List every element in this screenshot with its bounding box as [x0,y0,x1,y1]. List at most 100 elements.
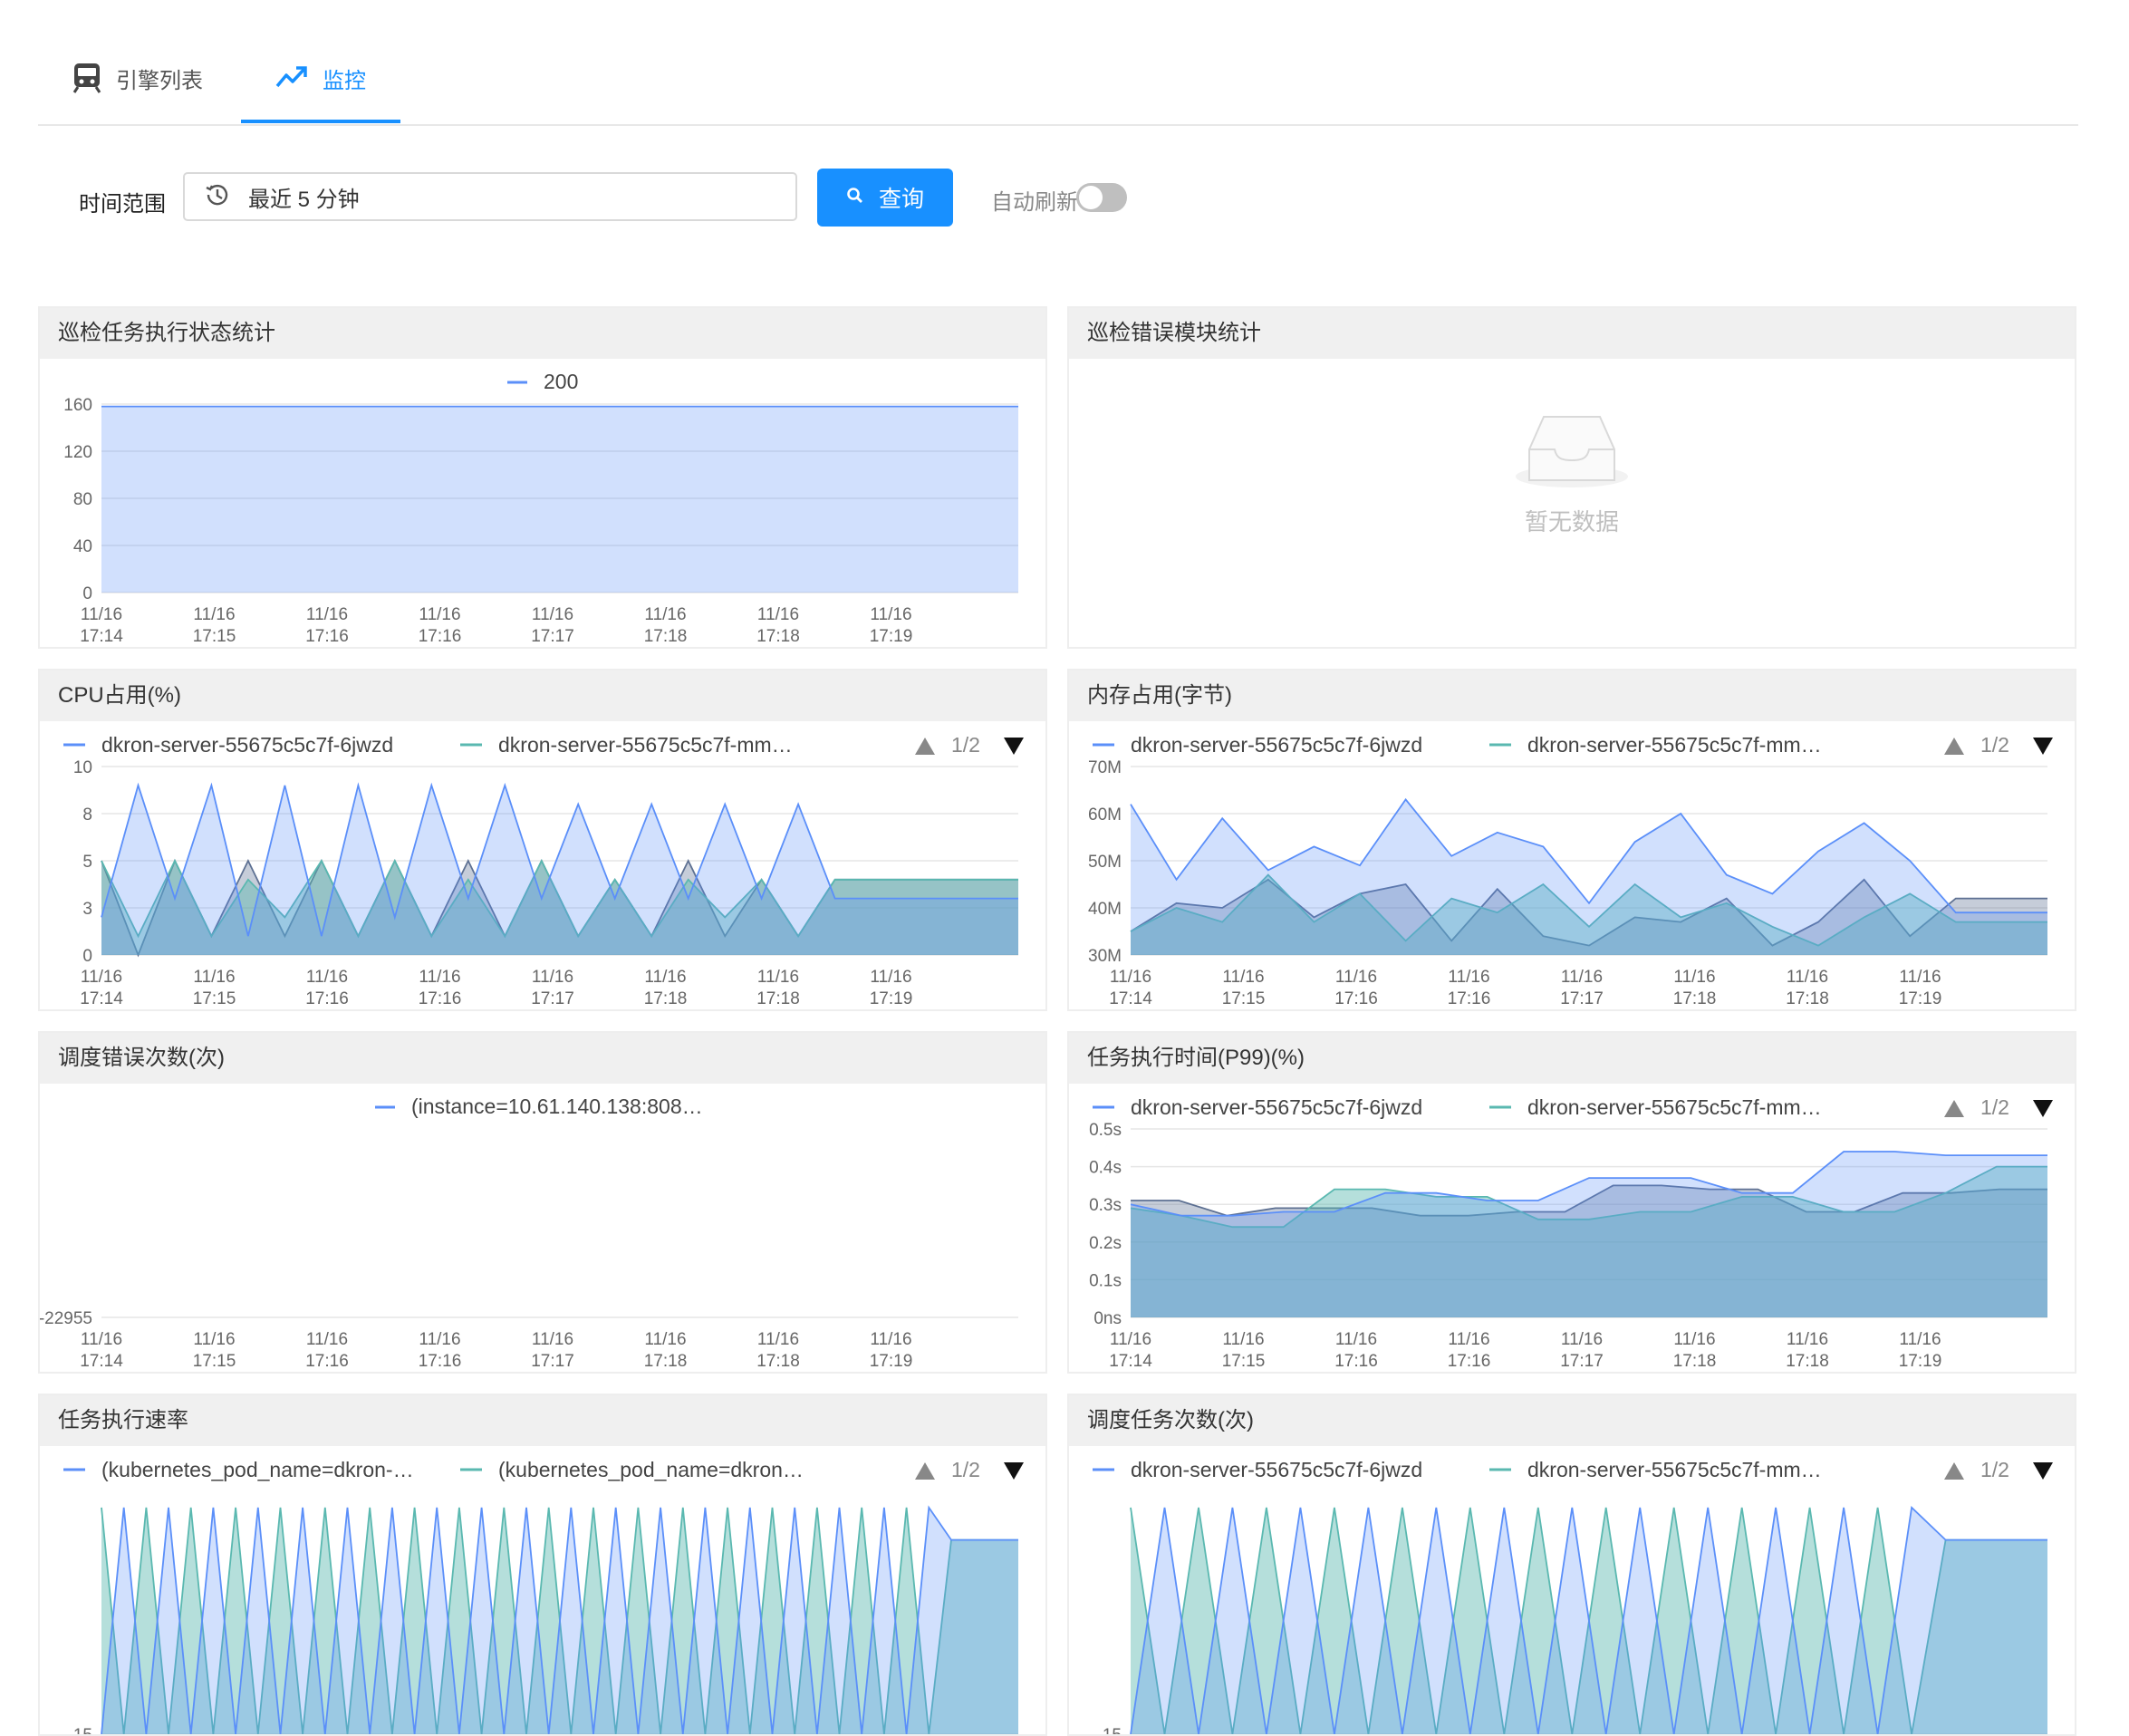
y-tick-label: 0ns [1093,1309,1122,1328]
legend-item[interactable]: dkron-server-55675c5c7f-6jwzd [1131,733,1422,757]
x-tick-label: 11/16 [870,968,911,987]
legend-page-indicator: 1/2 [951,733,980,757]
tab-engine-list[interactable]: 引擎列表 [72,63,203,122]
x-tick-label: 11/16 [757,1330,799,1349]
x-tick-label: 17:18 [644,627,688,646]
y-tick-label: 0 [82,947,92,966]
x-tick-label: 11/16 [644,968,686,987]
auto-refresh-toggle[interactable] [1076,183,1127,212]
legend-item[interactable]: dkron-server-55675c5c7f-mm… [498,733,793,757]
x-tick-label: 17:17 [531,989,574,1008]
exec-rate-chart: 15 (kubernetes_pod_name=dkron-… (kubernete… [63,1458,1024,1734]
x-tick-label: 17:19 [870,989,913,1008]
sched-errors-chart: -22955 11/16 17:14 11/16 17:15 11/16 17:16 11/1… [40,1095,1018,1371]
legend-page-down-icon[interactable] [2033,1462,2053,1480]
x-tick-label: 11/16 [1899,1330,1941,1349]
x-tick-label: 11/16 [757,968,799,987]
legend-item[interactable]: (kubernetes_pod_name=dkron-… [101,1458,414,1481]
x-tick-label: 11/16 [419,1330,460,1349]
x-tick-label: 11/16 [419,605,460,624]
x-tick-label: 17:16 [419,1352,462,1371]
legend-page-up-icon[interactable] [1944,1100,1964,1117]
x-tick-label: 11/16 [1561,1330,1603,1349]
tab-bar: 引擎列表 监控 [38,41,2078,126]
tab-monitor[interactable]: 监控 [275,63,366,122]
x-tick-label: 17:18 [756,989,800,1008]
empty-text: 暂无数据 [1524,508,1619,535]
x-tick-label: 11/16 [1335,968,1377,987]
x-tick-label: 11/16 [1448,1330,1489,1349]
panel-title: 内存占用(字节) [1069,670,2075,721]
series-area-0 [1131,1152,2047,1317]
legend-page-down-icon[interactable] [2033,1100,2053,1117]
series-area-0 [101,785,1018,955]
x-tick-label: 11/16 [306,1330,348,1349]
y-tick-label: 10 [73,758,92,777]
legend-item[interactable]: dkron-server-55675c5c7f-mm… [1527,1458,1822,1481]
x-tick-label: 11/16 [81,1330,122,1349]
x-tick-label: 17:19 [1899,989,1942,1008]
x-tick-label: 17:17 [1560,989,1604,1008]
x-tick-label: 17:16 [1334,989,1378,1008]
legend-item[interactable]: (kubernetes_pod_name=dkron… [498,1458,804,1481]
y-tick-label: 50M [1088,853,1122,872]
x-tick-label: 11/16 [644,1330,686,1349]
legend-page-indicator: 1/2 [951,1458,980,1481]
x-tick-label: 17:16 [1448,989,1491,1008]
legend-item[interactable]: dkron-server-55675c5c7f-mm… [1527,1095,1822,1119]
legend-page-up-icon[interactable] [915,738,935,755]
task-status-chart: 0 40 80 120 160 11/16 17:14 11/16 17:15 11/16 17:1… [63,370,1018,646]
y-tick-label: 0.3s [1089,1196,1122,1215]
time-range-picker[interactable]: 最近 5 分钟 [183,172,797,221]
x-tick-label: 17:18 [644,1352,688,1371]
y-tick-label: 70M [1088,758,1122,777]
x-tick-label: 17:16 [305,1352,349,1371]
x-tick-label: 17:16 [305,989,349,1008]
auto-refresh-label: 自动刷新 [991,190,1078,215]
empty-state: 暂无数据 [1069,359,2075,647]
x-tick-label: 11/16 [1673,1330,1715,1349]
x-tick-label: 17:14 [80,627,123,646]
x-tick-label: 11/16 [1787,1330,1828,1349]
x-tick-label: 11/16 [1110,1330,1151,1349]
y-tick-label: 40M [1088,900,1122,919]
y-tick-label: 8 [82,805,92,825]
y-tick-label: 5 [82,853,92,872]
time-range-label: 时间范围 [79,192,166,217]
legend-item[interactable]: dkron-server-55675c5c7f-mm… [1527,733,1822,757]
panel-title: 调度任务次数(次) [1069,1395,2075,1446]
x-tick-label: 11/16 [870,1330,911,1349]
panel-sched-count: 调度任务次数(次) 15 dkron-server-55675c5c7f-6jwz… [1067,1394,2076,1736]
x-tick-label: 11/16 [1222,1330,1264,1349]
legend-page-down-icon[interactable] [1004,1462,1024,1480]
x-tick-label: 17:15 [193,1352,236,1371]
legend-item[interactable]: dkron-server-55675c5c7f-6jwzd [101,733,393,757]
panel-error-module: 巡检错误模块统计 暂无数据 [1067,306,2076,649]
x-tick-label: 17:18 [1673,989,1717,1008]
legend-item[interactable]: (instance=10.61.140.138:808… [411,1095,703,1118]
legend-item[interactable]: 200 [544,370,578,393]
query-button[interactable]: 查询 [817,169,953,227]
x-tick-label: 17:15 [1222,1352,1266,1371]
panel-title: 巡检任务执行状态统计 [40,308,1045,359]
memory-chart: 30M 40M 50M 60M 70M 11/16 17:14 11/16 17:15 11/16… [1088,733,2053,1008]
x-tick-label: 17:16 [305,627,349,646]
time-range-value: 最近 5 分钟 [248,187,360,212]
legend-page-up-icon[interactable] [915,1462,935,1480]
x-tick-label: 11/16 [306,605,348,624]
x-tick-label: 17:14 [1109,989,1152,1008]
exec-time-chart: 0ns 0.1s 0.2s 0.3s 0.4s 0.5s 11/16 17:14 11/16 17… [1089,1095,2053,1371]
active-tab-indicator [241,120,400,123]
y-tick-label: 120 [63,443,92,462]
x-tick-label: 11/16 [870,605,911,624]
legend-item[interactable]: dkron-server-55675c5c7f-6jwzd [1131,1095,1422,1119]
x-tick-label: 11/16 [81,605,122,624]
y-tick-label: 15 [1103,1726,1122,1734]
legend-item[interactable]: dkron-server-55675c5c7f-6jwzd [1131,1458,1422,1481]
legend-page-down-icon[interactable] [2033,738,2053,755]
legend-page-down-icon[interactable] [1004,738,1024,755]
x-tick-label: 11/16 [306,968,348,987]
legend-page-up-icon[interactable] [1944,738,1964,755]
legend-page-up-icon[interactable] [1944,1462,1964,1480]
x-tick-label: 17:18 [1786,989,1829,1008]
